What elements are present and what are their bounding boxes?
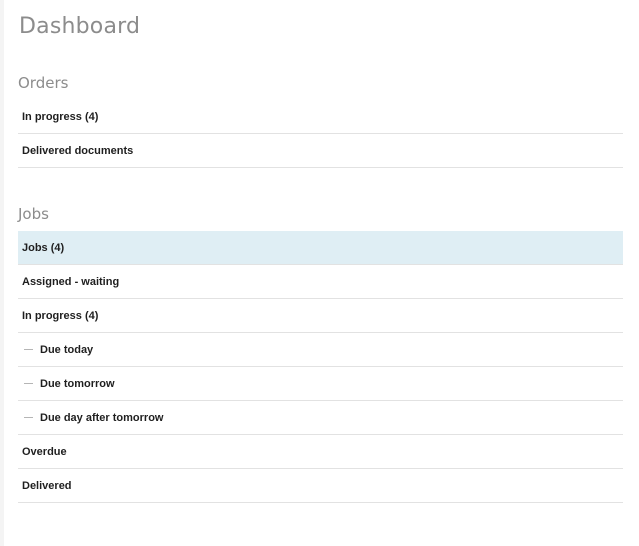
dashboard-panel: Dashboard Orders In progress (4) Deliver… <box>4 0 639 546</box>
list-item-label: Jobs (4) <box>22 241 65 254</box>
section-title-orders: Orders <box>18 74 69 92</box>
jobs-item-due-today[interactable]: Due today <box>18 333 623 367</box>
jobs-item-due-tomorrow[interactable]: Due tomorrow <box>18 367 623 401</box>
list-item-label: In progress (4) <box>22 309 99 322</box>
list-item-label: Due tomorrow <box>40 377 115 390</box>
list-item-label: Delivered documents <box>22 144 134 157</box>
jobs-item-delivered[interactable]: Delivered <box>18 469 623 503</box>
jobs-item-assigned-waiting[interactable]: Assigned - waiting <box>18 265 623 299</box>
jobs-list: Jobs (4) Assigned - waiting In progress … <box>18 231 623 503</box>
orders-item-delivered-documents[interactable]: Delivered documents <box>18 134 623 168</box>
jobs-item-jobs[interactable]: Jobs (4) <box>18 231 623 265</box>
orders-item-in-progress[interactable]: In progress (4) <box>18 100 623 134</box>
orders-list: In progress (4) Delivered documents <box>18 100 623 168</box>
list-item-label: Overdue <box>22 445 67 458</box>
section-title-jobs: Jobs <box>18 205 49 223</box>
list-item-label: Delivered <box>22 479 72 492</box>
dash-icon <box>24 417 33 418</box>
list-item-label: Due today <box>40 343 94 356</box>
dash-icon <box>24 349 33 350</box>
list-item-label: Due day after tomorrow <box>40 411 164 424</box>
jobs-item-overdue[interactable]: Overdue <box>18 435 623 469</box>
jobs-item-in-progress[interactable]: In progress (4) <box>18 299 623 333</box>
page-title: Dashboard <box>19 14 141 39</box>
jobs-item-due-day-after-tomorrow[interactable]: Due day after tomorrow <box>18 401 623 435</box>
list-item-label: Assigned - waiting <box>22 275 120 288</box>
dash-icon <box>24 383 33 384</box>
list-item-label: In progress (4) <box>22 110 99 123</box>
